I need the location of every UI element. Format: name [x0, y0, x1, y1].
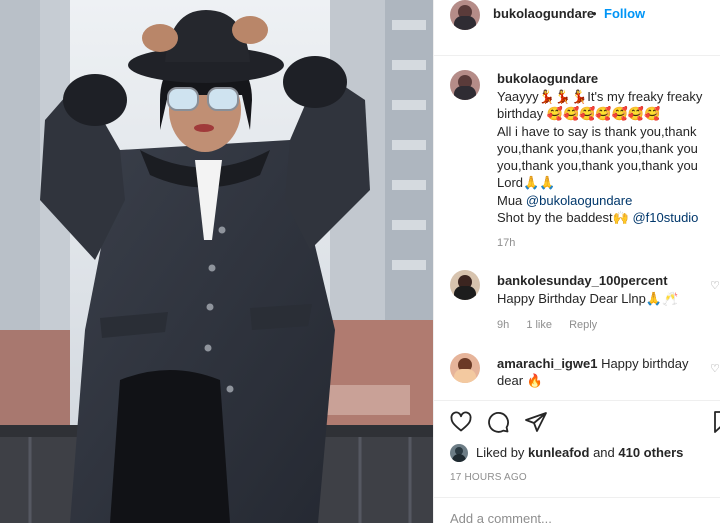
mua-mention-link[interactable]: @bukolaogundare: [526, 193, 632, 208]
comment-like-heart-icon[interactable]: ♡: [710, 362, 720, 375]
caption-line: you,thank you,thank you,thank you: [497, 158, 698, 174]
commenter-avatar[interactable]: [450, 270, 480, 300]
likes-count-link[interactable]: 410 others: [618, 445, 683, 460]
caption-line: birthday 🥰🥰🥰🥰🥰🥰🥰: [497, 106, 661, 122]
caption-text: Yaayyy💃💃💃It's my freaky freaky birthday …: [497, 88, 719, 226]
share-icon[interactable]: [524, 410, 548, 434]
comment-time[interactable]: 9h: [497, 319, 509, 331]
comment-icon[interactable]: [486, 410, 510, 434]
post-timestamp[interactable]: 17 HOURS AGO: [450, 472, 527, 483]
mua-prefix: Mua: [497, 192, 526, 208]
comment-meta: 9h 1 like Reply: [497, 319, 611, 331]
likes-text: Liked by kunleafod and 410 others: [476, 445, 683, 460]
heart-icon[interactable]: [449, 410, 473, 434]
post-details-panel: bukolaogundare • Follow bukolaogundare Y…: [433, 0, 720, 523]
caption-line: All i have to say is thank you,thank: [497, 123, 697, 139]
post-photo[interactable]: [0, 0, 433, 523]
commenter-avatar[interactable]: [450, 353, 480, 383]
bookmark-icon[interactable]: [710, 410, 720, 434]
shot-mention-link[interactable]: @f10studio: [632, 210, 698, 225]
post-header: bukolaogundare • Follow: [434, 0, 720, 56]
action-bar: [434, 402, 720, 442]
caption-mua-line: Mua @bukolaogundare: [497, 192, 719, 209]
caption-shot-line: Shot by the baddest🙌 @f10studio: [497, 209, 719, 226]
caption-line: you,thank you,thank you,thank you: [497, 140, 698, 156]
liker-avatar[interactable]: [450, 444, 468, 462]
comment-like-heart-icon[interactable]: ♡: [710, 279, 720, 292]
comment-text: Happy birthday: [597, 356, 689, 371]
header-separator: •: [592, 6, 597, 21]
likes-summary: Liked by kunleafod and 410 others: [450, 444, 720, 462]
comment-text-continued: dear 🔥: [497, 373, 543, 388]
commenter-username[interactable]: bankolesunday_100percent: [497, 273, 668, 288]
comment-text: Happy Birthday Dear Llnp🙏🥂: [497, 291, 679, 306]
likes-prefix: Liked by: [476, 445, 529, 460]
commenter-username[interactable]: amarachi_igwe1: [497, 356, 597, 371]
divider: [434, 497, 720, 498]
add-comment-input[interactable]: Add a comment...: [450, 511, 552, 523]
post-image: [0, 0, 433, 523]
divider: [434, 400, 720, 401]
author-avatar[interactable]: [450, 0, 480, 30]
caption-username[interactable]: bukolaogundare: [497, 71, 598, 86]
follow-button[interactable]: Follow: [604, 6, 645, 21]
comment-reply-button[interactable]: Reply: [569, 319, 597, 331]
caption-timestamp[interactable]: 17h: [497, 237, 515, 249]
shot-prefix: Shot by the baddest🙌: [497, 210, 633, 226]
liker-username[interactable]: kunleafod: [528, 445, 589, 460]
caption-avatar[interactable]: [450, 70, 480, 100]
caption-line: Lord🙏🙏: [497, 175, 556, 191]
caption-line: Yaayyy💃💃💃It's my freaky freaky: [497, 89, 703, 104]
comment-first-line: amarachi_igwe1 Happy birthday: [497, 356, 689, 371]
comment-likes[interactable]: 1 like: [526, 319, 552, 331]
likes-middle: and: [589, 445, 619, 460]
author-username[interactable]: bukolaogundare: [493, 6, 594, 21]
